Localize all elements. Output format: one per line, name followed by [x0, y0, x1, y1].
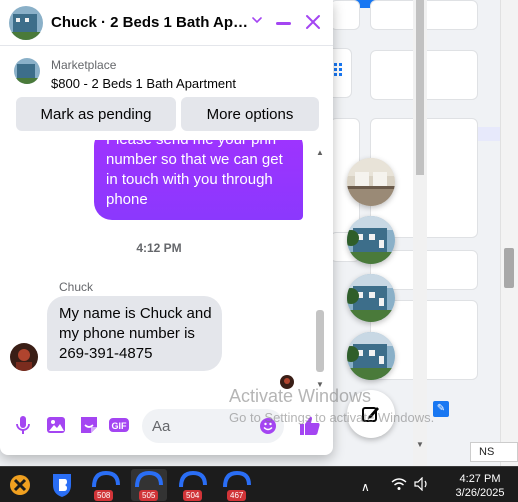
- show-hidden-icons-icon[interactable]: ∧: [361, 480, 370, 494]
- activate-subtitle: Go to Settings to activate Windows.: [229, 410, 435, 425]
- sender-avatar[interactable]: [10, 343, 38, 371]
- taskbar-app-shield[interactable]: [44, 469, 80, 501]
- more-options-button[interactable]: More options: [181, 97, 319, 131]
- message-timestamp: 4:12 PM: [136, 241, 182, 255]
- chat-head-interior[interactable]: [347, 158, 395, 206]
- sender-name: Chuck: [59, 280, 94, 294]
- taskbar-app-x[interactable]: [2, 469, 38, 501]
- clock[interactable]: 4:27 PM 3/26/2025: [445, 472, 515, 500]
- chat-title[interactable]: Chuck · 2 Beds 1 Bath Apar…: [51, 14, 251, 31]
- contact-avatar[interactable]: [9, 6, 43, 40]
- taskbar-badge: 504: [183, 490, 203, 501]
- sticker-icon[interactable]: [78, 414, 100, 436]
- outgoing-message[interactable]: Please send me your phn number so that w…: [94, 140, 303, 220]
- wifi-icon[interactable]: [391, 477, 407, 491]
- activate-title: Activate Windows: [229, 386, 372, 406]
- house-photo-icon: [14, 58, 40, 84]
- message-list[interactable]: Please send me your phn number so that w…: [0, 140, 333, 394]
- close-icon[interactable]: [303, 12, 323, 32]
- listing-title[interactable]: $800 - 2 Beds 1 Bath Apartment: [51, 76, 236, 91]
- outer-scrollbar-thumb[interactable]: [504, 248, 514, 288]
- mark-as-pending-button[interactable]: Mark as pending: [16, 97, 176, 131]
- taskbar: 508 505 504 467 ∧ 4:27 PM 3/26/2025: [0, 466, 518, 502]
- shield-icon: [53, 474, 71, 497]
- volume-icon[interactable]: [414, 477, 430, 491]
- x-app-icon: [10, 475, 30, 495]
- marketplace-label: Marketplace: [51, 58, 117, 72]
- activate-windows-watermark: Activate Windows Go to Settings to activ…: [229, 386, 434, 428]
- minimize-icon[interactable]: [276, 22, 291, 25]
- incoming-message[interactable]: My name is Chuck and my phone number is …: [47, 296, 222, 371]
- listing-thumbnail[interactable]: [14, 58, 40, 84]
- scroll-down-arrow-icon[interactable]: ▼: [416, 440, 424, 449]
- taskbar-badge: 508: [94, 490, 114, 501]
- outer-scrollbar[interactable]: [500, 0, 518, 466]
- edit-icon[interactable]: ✎: [433, 401, 449, 417]
- taskbar-app-browser[interactable]: 508: [88, 469, 124, 501]
- house-photo-icon: [347, 274, 395, 322]
- message-scrollbar-thumb[interactable]: [316, 310, 324, 372]
- background-highlight: [478, 127, 500, 141]
- chat-head-house[interactable]: [347, 332, 395, 380]
- room-photo-icon: [347, 158, 395, 206]
- person-avatar-icon: [10, 343, 38, 371]
- marketplace-bar: Marketplace $800 - 2 Beds 1 Bath Apartme…: [0, 47, 333, 147]
- house-photo-icon: [347, 216, 395, 264]
- chat-header[interactable]: Chuck · 2 Beds 1 Bath Apar…: [0, 0, 333, 46]
- taskbar-app-browser[interactable]: 505: [131, 469, 167, 501]
- taskbar-app-browser[interactable]: 467: [219, 469, 255, 501]
- ns-tab[interactable]: NS: [470, 442, 518, 462]
- clock-date: 3/26/2025: [455, 487, 505, 499]
- gif-icon[interactable]: GIF: [108, 414, 130, 436]
- taskbar-badge: 467: [227, 490, 247, 501]
- svg-text:GIF: GIF: [112, 421, 128, 431]
- page-scrollbar-thumb[interactable]: [416, 0, 424, 175]
- house-photo-icon: [347, 332, 395, 380]
- chat-head-house[interactable]: [347, 216, 395, 264]
- chat-head-house[interactable]: [347, 274, 395, 322]
- photo-icon[interactable]: [45, 414, 67, 436]
- scroll-up-arrow-icon[interactable]: ▲: [316, 148, 324, 157]
- background-card: [330, 0, 360, 30]
- taskbar-badge: 505: [139, 490, 159, 501]
- taskbar-app-browser[interactable]: 504: [175, 469, 211, 501]
- chevron-down-icon[interactable]: [250, 13, 264, 27]
- clock-time: 4:27 PM: [459, 473, 501, 485]
- microphone-icon[interactable]: [12, 414, 34, 436]
- house-photo-icon: [9, 6, 43, 40]
